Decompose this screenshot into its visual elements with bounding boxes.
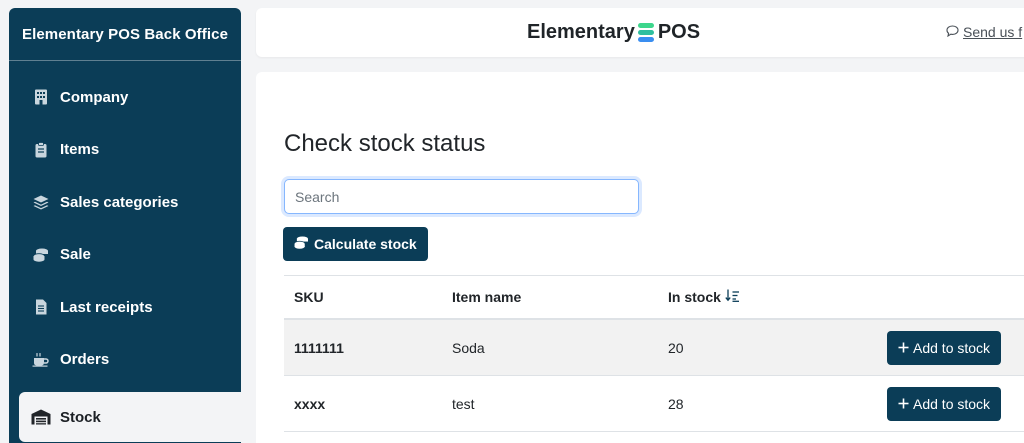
sidebar-nav: Company Items Sales categories Sale Last… <box>9 71 241 442</box>
sidebar-item-label: Items <box>60 141 100 159</box>
add-to-stock-button[interactable]: Add to stock <box>887 330 1002 365</box>
sidebar-item-label: Sales categories <box>60 193 179 211</box>
column-header-label: In stock <box>668 289 721 305</box>
sidebar-title: Elementary POS Back Office <box>9 8 241 61</box>
sidebar-item-last-receipts[interactable]: Last receipts <box>9 281 241 334</box>
layers-icon <box>31 192 51 212</box>
calculate-stock-button[interactable]: Calculate stock <box>283 227 428 261</box>
cell-actions: Add to stock <box>887 330 1024 365</box>
mug-icon <box>31 350 51 370</box>
add-to-stock-label: Add to stock <box>913 339 991 356</box>
sidebar-item-label: Stock <box>60 408 101 426</box>
sidebar-item-company[interactable]: Company <box>9 71 241 124</box>
sidebar-item-stock[interactable]: Stock <box>19 392 241 442</box>
send-feedback-link[interactable]: Send us f <box>946 24 1022 40</box>
column-header-in-stock[interactable]: In stock <box>658 289 888 305</box>
plus-icon <box>898 396 909 412</box>
logo-mark-icon <box>637 23 654 42</box>
logo-text-right: POS <box>657 21 701 43</box>
table-row: 1111111 Soda 20 Add to stock <box>284 320 1024 376</box>
logo-text-left: Elementary <box>527 21 635 43</box>
add-to-stock-label: Add to stock <box>913 395 991 412</box>
receipt-icon <box>31 297 51 317</box>
cell-item-name: Soda <box>452 339 485 356</box>
chat-bubble-icon <box>946 24 959 40</box>
cell-in-stock: 20 <box>668 339 684 356</box>
cell-sku: 1111111 <box>294 339 344 356</box>
top-header: Elementary POS Send us f <box>256 8 1024 57</box>
warehouse-icon <box>31 407 51 427</box>
cell-item-name: test <box>452 395 475 412</box>
sidebar-item-label: Orders <box>60 351 110 369</box>
search-input[interactable] <box>284 179 639 214</box>
sidebar-item-label: Sale <box>60 246 91 264</box>
column-header-item-name[interactable]: Item name <box>442 289 658 305</box>
plus-icon <box>898 340 909 356</box>
clipboard-icon <box>31 140 51 160</box>
main-panel: Check stock status Calculate stock SKU I… <box>256 72 1024 443</box>
sidebar-item-orders[interactable]: Orders <box>9 334 241 387</box>
page-title: Check stock status <box>284 130 486 157</box>
sidebar-item-sales-categories[interactable]: Sales categories <box>9 176 241 229</box>
calculate-stock-label: Calculate stock <box>314 236 417 252</box>
sidebar-item-items[interactable]: Items <box>9 124 241 177</box>
add-to-stock-button[interactable]: Add to stock <box>887 386 1002 421</box>
brand-logo[interactable]: Elementary POS <box>527 21 700 44</box>
sidebar-item-sale[interactable]: Sale <box>9 229 241 282</box>
cell-in-stock: 28 <box>668 395 684 412</box>
feedback-label: Send us f <box>963 24 1023 40</box>
sort-descending-icon <box>725 289 740 305</box>
table-header: SKU Item name In stock <box>284 275 1024 320</box>
building-icon <box>31 87 51 107</box>
coins-icon <box>31 245 51 265</box>
column-header-sku[interactable]: SKU <box>284 289 442 305</box>
coins-icon <box>294 236 309 252</box>
sidebar-item-label: Last receipts <box>60 298 153 316</box>
sidebar-item-label: Company <box>60 88 129 106</box>
cell-sku: xxxx <box>294 395 326 412</box>
cell-actions: Add to stock <box>887 386 1024 421</box>
table-row: xxxx test 28 Add to stock <box>284 376 1024 432</box>
sidebar: Elementary POS Back Office Company Items… <box>9 8 241 443</box>
stock-table: SKU Item name In stock 1111111 Soda 20 A… <box>284 275 1024 432</box>
